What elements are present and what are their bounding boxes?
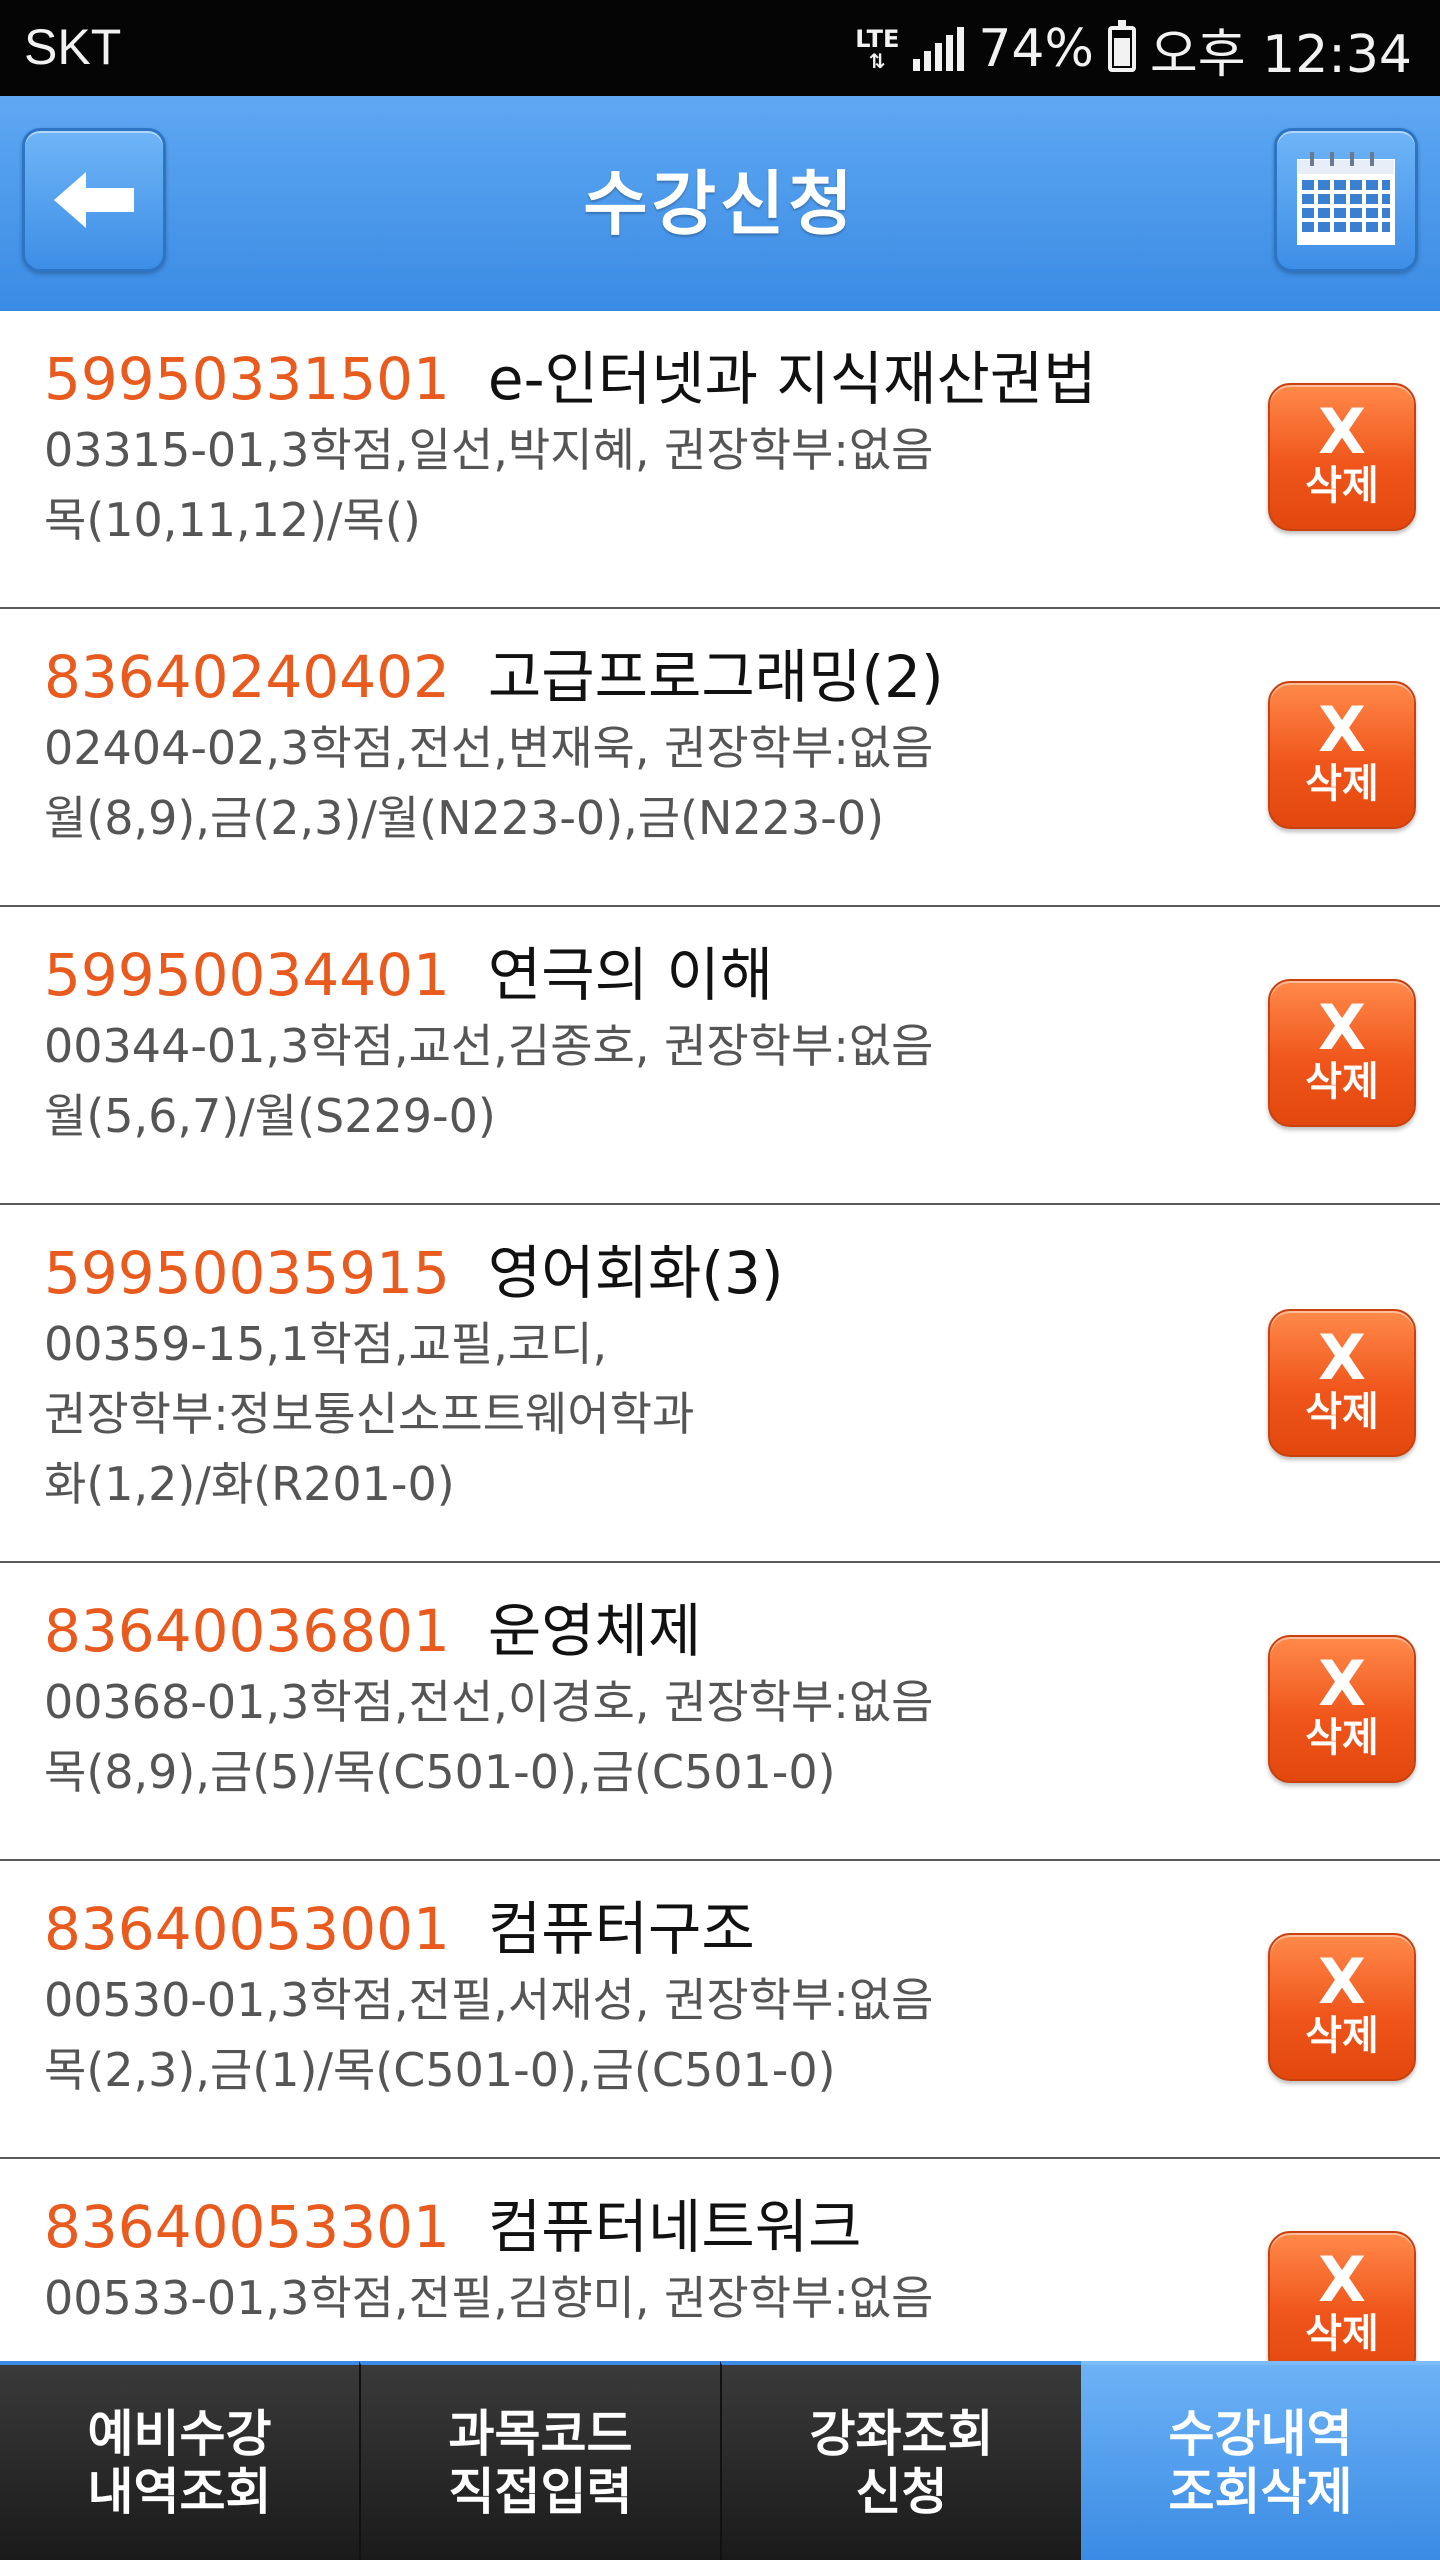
calendar-icon	[1297, 152, 1395, 245]
delete-button[interactable]: X 삭제	[1268, 1309, 1416, 1457]
tab-lecture-search[interactable]: 강좌조회 신청	[720, 2361, 1081, 2560]
course-department: 권장학부:정보통신소프트웨어학과	[44, 1387, 695, 1441]
status-icons: LTE ⇅ 74% 오후 12:34	[855, 14, 1412, 85]
delete-button[interactable]: X 삭제	[1268, 2231, 1416, 2361]
course-schedule: 화(1,2)/화(R201-0)	[44, 1457, 455, 1511]
close-icon: X	[1318, 1945, 1366, 2018]
calendar-button[interactable]	[1274, 128, 1418, 272]
course-detail: 00344-01,3학점,교선,김종호, 권장학부:없음	[44, 1019, 934, 1073]
list-item: 83640053301 컴퓨터네트워크 00533-01,3학점,전필,김향미, …	[0, 2159, 1440, 2361]
course-code: 83640240402	[44, 643, 450, 711]
course-schedule: 목(10,11,12)/목()	[44, 493, 421, 547]
course-detail: 02404-02,3학점,전선,변재욱, 권장학부:없음	[44, 721, 934, 775]
delete-label: 삭제	[1305, 463, 1379, 509]
delete-label: 삭제	[1305, 1715, 1379, 1761]
course-schedule: 월(8,9),금(2,3)/월(N223-0),금(N223-0)	[44, 791, 885, 845]
list-item: 59950034401 연극의 이해 00344-01,3학점,교선,김종호, 권…	[0, 907, 1440, 1205]
course-name: 고급프로그래밍(2)	[487, 643, 944, 711]
delete-button[interactable]: X 삭제	[1268, 1933, 1416, 2081]
course-code: 59950034401	[44, 941, 450, 1009]
delete-label: 삭제	[1305, 2013, 1379, 2059]
lte-icon: LTE ⇅	[855, 25, 900, 73]
tab-label: 예비수강 내역조회	[87, 2404, 272, 2521]
battery-percent: 74%	[978, 19, 1094, 79]
close-icon: X	[1318, 991, 1366, 1064]
status-bar: SKT LTE ⇅ 74% 오후 12:34	[0, 0, 1440, 96]
course-detail: 00368-01,3학점,전선,이경호, 권장학부:없음	[44, 1675, 934, 1729]
close-icon: X	[1318, 1321, 1366, 1394]
tab-label: 강좌조회 신청	[809, 2404, 994, 2521]
delete-button[interactable]: X 삭제	[1268, 681, 1416, 829]
course-schedule: 목(8,9),금(5)/목(C501-0),금(C501-0)	[44, 1745, 836, 1799]
delete-label: 삭제	[1305, 1389, 1379, 1435]
delete-button[interactable]: X 삭제	[1268, 1635, 1416, 1783]
close-icon: X	[1318, 395, 1366, 468]
list-item: 59950035915 영어회화(3) 00359-15,1학점,교필,코디, 권…	[0, 1205, 1440, 1563]
course-detail: 00533-01,3학점,전필,김향미, 권장학부:없음	[44, 2271, 934, 2325]
close-icon: X	[1318, 1647, 1366, 1720]
course-list[interactable]: 59950331501 e-인터넷과 지식재산권법 03315-01,3학점,일선…	[0, 311, 1440, 2361]
course-detail: 00530-01,3학점,전필,서재성, 권장학부:없음	[44, 1973, 934, 2027]
tab-label: 과목코드 직접입력	[448, 2404, 633, 2521]
delete-label: 삭제	[1305, 761, 1379, 807]
list-item: 83640240402 고급프로그래밍(2) 02404-02,3학점,전선,변재…	[0, 609, 1440, 907]
tab-preliminary-history[interactable]: 예비수강 내역조회	[0, 2361, 359, 2560]
course-code: 83640053001	[44, 1895, 450, 1963]
course-detail: 03315-01,3학점,일선,박지혜, 권장학부:없음	[44, 423, 934, 477]
course-code: 83640036801	[44, 1597, 450, 1665]
course-name: e-인터넷과 지식재산권법	[487, 345, 1097, 413]
delete-label: 삭제	[1305, 1059, 1379, 1105]
carrier-label: SKT	[24, 19, 122, 75]
course-detail: 00359-15,1학점,교필,코디,	[44, 1317, 608, 1371]
delete-button[interactable]: X 삭제	[1268, 383, 1416, 531]
close-icon: X	[1318, 2243, 1366, 2316]
delete-button[interactable]: X 삭제	[1268, 979, 1416, 1127]
app-header: 수강신청	[0, 96, 1440, 311]
tab-course-code-input[interactable]: 과목코드 직접입력	[359, 2361, 720, 2560]
course-name: 컴퓨터구조	[487, 1895, 755, 1963]
course-name: 영어회화(3)	[487, 1239, 784, 1307]
course-schedule: 월(5,6,7)/월(S229-0)	[44, 1089, 496, 1143]
course-code: 59950331501	[44, 345, 450, 413]
close-icon: X	[1318, 693, 1366, 766]
course-code: 83640053301	[44, 2193, 450, 2261]
clock: 오후 12:34	[1149, 24, 1412, 85]
list-item: 83640053001 컴퓨터구조 00530-01,3학점,전필,서재성, 권장…	[0, 1861, 1440, 2159]
list-item: 83640036801 운영체제 00368-01,3학점,전선,이경호, 권장학…	[0, 1563, 1440, 1861]
page-title: 수강신청	[583, 163, 857, 245]
signal-icon	[913, 27, 965, 71]
course-name: 연극의 이해	[487, 941, 774, 1009]
list-item: 59950331501 e-인터넷과 지식재산권법 03315-01,3학점,일선…	[0, 311, 1440, 609]
course-schedule: 목(2,3),금(1)/목(C501-0),금(C501-0)	[44, 2043, 836, 2097]
delete-label: 삭제	[1305, 2311, 1379, 2357]
battery-icon	[1107, 20, 1136, 72]
tab-enrollment-history[interactable]: 수강내역 조회삭제	[1081, 2361, 1440, 2560]
course-code: 59950035915	[44, 1239, 450, 1307]
tab-label: 수강내역 조회삭제	[1168, 2404, 1353, 2521]
bottom-nav: 예비수강 내역조회 과목코드 직접입력 강좌조회 신청 수강내역 조회삭제	[0, 2361, 1440, 2560]
course-name: 운영체제	[487, 1597, 702, 1665]
course-name: 컴퓨터네트워크	[487, 2193, 862, 2261]
